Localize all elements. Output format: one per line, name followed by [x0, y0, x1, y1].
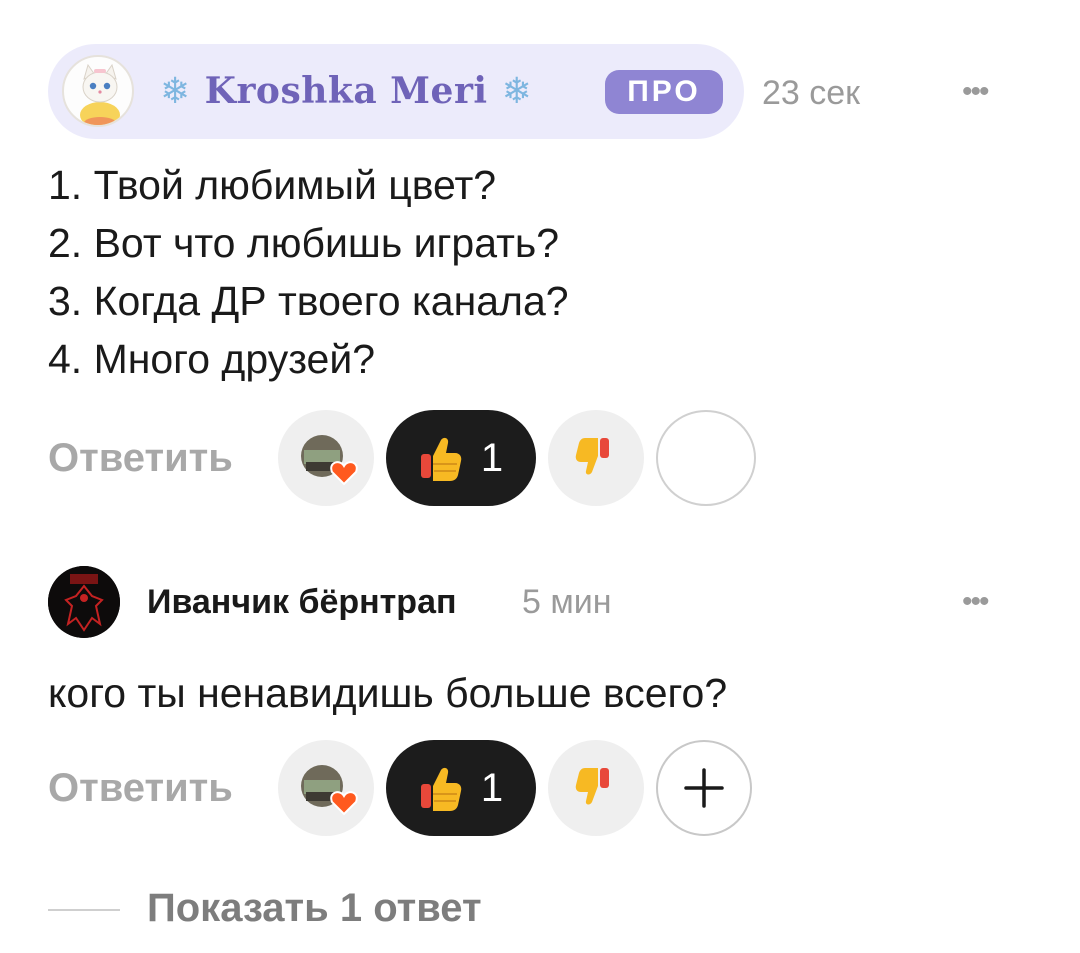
heart-reaction-icon: [301, 765, 358, 816]
show-replies-button[interactable]: Показать 1 ответ: [147, 886, 482, 931]
thumbs-down-icon: [575, 438, 609, 475]
dislike-button[interactable]: [548, 410, 644, 506]
more-dots-icon[interactable]: •••: [962, 587, 989, 617]
add-reaction-button[interactable]: [656, 740, 752, 836]
comment-line: кого ты ненавидишь больше всего?: [48, 670, 728, 716]
snowflake-icon: ❄: [501, 70, 533, 112]
author-heart-reaction[interactable]: [278, 410, 374, 506]
thumbs-up-icon: [420, 437, 462, 481]
reply-button[interactable]: Ответить: [48, 436, 233, 481]
more-dots-icon[interactable]: •••: [962, 77, 989, 107]
dark-avatar-icon[interactable]: [48, 566, 120, 638]
heart-reaction-icon: [301, 435, 358, 486]
author-name[interactable]: Kroshka Meri: [205, 70, 488, 112]
add-reaction-button[interactable]: [656, 410, 756, 506]
snowflake-icon: ❄: [160, 70, 191, 112]
comment-time: 5 мин: [522, 583, 612, 621]
thumbs-down-icon: [575, 768, 609, 805]
author-heart-reaction[interactable]: [278, 740, 374, 836]
pro-badge: ПРО: [605, 70, 723, 114]
plus-icon: [684, 768, 724, 808]
reply-button[interactable]: Ответить: [48, 766, 233, 811]
thumbs-up-icon: [420, 767, 462, 811]
comment-line: 4. Много друзей?: [48, 336, 376, 382]
kitty-avatar-icon[interactable]: [62, 55, 134, 127]
comment-time: 23 сек: [762, 74, 861, 112]
divider: [48, 909, 120, 911]
like-count: 1: [480, 765, 504, 810]
like-button[interactable]: 1: [386, 740, 536, 836]
comment-line: 1. Твой любимый цвет?: [48, 162, 497, 208]
like-count: 1: [480, 435, 504, 480]
like-button[interactable]: 1: [386, 410, 536, 506]
comment-line: 3. Когда ДР твоего канала?: [48, 278, 569, 324]
comment-body: кого ты ненавидишь больше всего?: [48, 664, 727, 722]
dislike-button[interactable]: [548, 740, 644, 836]
author-name[interactable]: Иванчик бёрнтрап: [147, 583, 457, 622]
comment-body: 1. Твой любимый цвет? 2. Вот что любишь …: [48, 156, 569, 388]
author-name-decorated[interactable]: ❄ Kroshka Meri ❄: [160, 66, 532, 116]
comment-line: 2. Вот что любишь играть?: [48, 220, 560, 266]
